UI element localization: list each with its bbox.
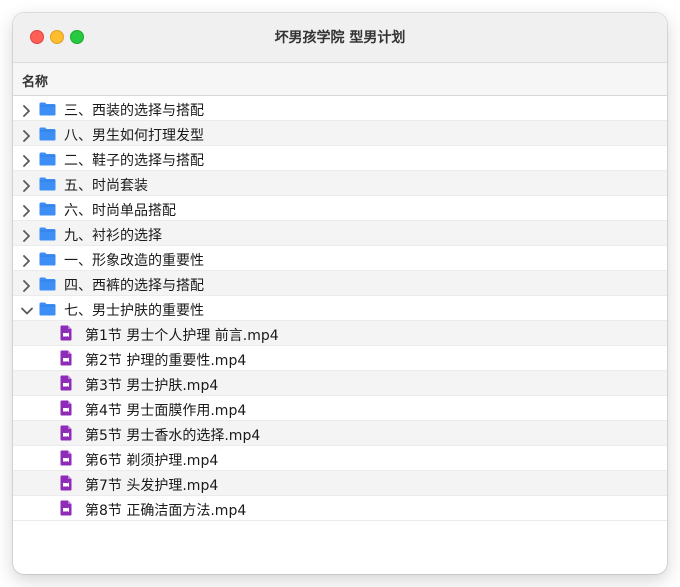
video-file-icon	[60, 325, 72, 341]
chevron-right-icon[interactable]	[21, 252, 31, 267]
folder-icon	[39, 151, 56, 166]
file-row[interactable]: 第6节 剃须护理.mp4	[13, 446, 667, 471]
folder-row[interactable]: 八、男生如何打理发型	[13, 121, 667, 146]
file-row[interactable]: 第5节 男士香水的选择.mp4	[13, 421, 667, 446]
folder-label: 九、衬衫的选择	[64, 228, 162, 244]
folder-icon	[39, 276, 56, 291]
file-label: 第2节 护理的重要性.mp4	[85, 353, 247, 369]
folder-icon	[39, 201, 56, 216]
folder-row[interactable]: 一、形象改造的重要性	[13, 246, 667, 271]
video-file-icon	[60, 350, 72, 366]
file-label: 第6节 剃须护理.mp4	[85, 453, 219, 469]
folder-icon	[39, 101, 56, 116]
folder-icon	[39, 176, 56, 191]
folder-row[interactable]: 三、西装的选择与搭配	[13, 96, 667, 121]
finder-window: 坏男孩学院 型男计划 名称 三、西装的选择与搭配 八、男生如何打理发型 二、鞋子…	[13, 13, 667, 574]
folder-icon	[39, 126, 56, 141]
chevron-right-icon[interactable]	[21, 177, 31, 192]
column-header-name[interactable]: 名称	[13, 63, 667, 96]
file-label: 第1节 男士个人护理 前言.mp4	[85, 328, 279, 344]
chevron-right-icon[interactable]	[21, 127, 31, 142]
chevron-right-icon[interactable]	[21, 277, 31, 292]
folder-row[interactable]: 六、时尚单品搭配	[13, 196, 667, 221]
file-label: 第5节 男士香水的选择.mp4	[85, 428, 261, 444]
folder-label: 八、男生如何打理发型	[64, 128, 204, 144]
folder-row-expanded[interactable]: 七、男士护肤的重要性	[13, 296, 667, 321]
file-row[interactable]: 第8节 正确洁面方法.mp4	[13, 496, 667, 521]
file-row[interactable]: 第2节 护理的重要性.mp4	[13, 346, 667, 371]
video-file-icon	[60, 375, 72, 391]
chevron-down-icon[interactable]	[21, 302, 33, 315]
folder-icon	[39, 301, 56, 316]
folder-row[interactable]: 九、衬衫的选择	[13, 221, 667, 246]
file-list: 三、西装的选择与搭配 八、男生如何打理发型 二、鞋子的选择与搭配 五、时尚套装 …	[13, 96, 667, 521]
file-label: 第8节 正确洁面方法.mp4	[85, 503, 247, 519]
video-file-icon	[60, 500, 72, 516]
folder-label: 一、形象改造的重要性	[64, 253, 204, 269]
column-header-name-label: 名称	[22, 75, 49, 90]
folder-label: 四、西裤的选择与搭配	[64, 278, 204, 294]
file-label: 第4节 男士面膜作用.mp4	[85, 403, 247, 419]
chevron-right-icon[interactable]	[21, 102, 31, 117]
video-file-icon	[60, 450, 72, 466]
folder-icon	[39, 226, 56, 241]
file-row[interactable]: 第7节 头发护理.mp4	[13, 471, 667, 496]
video-file-icon	[60, 400, 72, 416]
file-label: 第3节 男士护肤.mp4	[85, 378, 219, 394]
video-file-icon	[60, 475, 72, 491]
file-row[interactable]: 第4节 男士面膜作用.mp4	[13, 396, 667, 421]
file-label: 第7节 头发护理.mp4	[85, 478, 219, 494]
video-file-icon	[60, 425, 72, 441]
folder-label: 七、男士护肤的重要性	[64, 303, 204, 319]
chevron-right-icon[interactable]	[21, 152, 31, 167]
file-row[interactable]: 第1节 男士个人护理 前言.mp4	[13, 321, 667, 346]
folder-row[interactable]: 五、时尚套装	[13, 171, 667, 196]
title-bar[interactable]: 坏男孩学院 型男计划	[13, 13, 667, 63]
folder-label: 二、鞋子的选择与搭配	[64, 153, 204, 169]
window-title: 坏男孩学院 型男计划	[274, 30, 406, 46]
file-row[interactable]: 第3节 男士护肤.mp4	[13, 371, 667, 396]
chevron-right-icon[interactable]	[21, 202, 31, 217]
folder-label: 五、时尚套装	[64, 178, 148, 194]
folder-row[interactable]: 四、西裤的选择与搭配	[13, 271, 667, 296]
chevron-right-icon[interactable]	[21, 227, 31, 242]
folder-label: 三、西装的选择与搭配	[64, 103, 204, 119]
folder-label: 六、时尚单品搭配	[64, 203, 176, 219]
folder-row[interactable]: 二、鞋子的选择与搭配	[13, 146, 667, 171]
folder-icon	[39, 251, 56, 266]
